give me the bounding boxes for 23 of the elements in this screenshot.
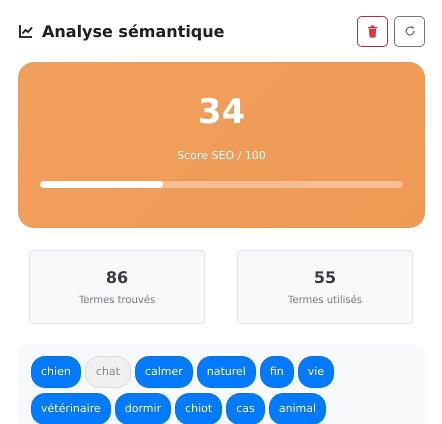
score-value: 34	[198, 92, 246, 132]
term-tag: fin	[260, 356, 294, 388]
stat-label: Termes trouvés	[78, 295, 156, 306]
trash-icon	[367, 24, 378, 38]
refresh-button[interactable]	[394, 16, 425, 46]
term-tag: chiot	[175, 393, 222, 424]
delete-button[interactable]	[357, 16, 388, 46]
panel-title: Analyse sémantique	[42, 22, 224, 40]
term-tag: cas	[226, 393, 265, 424]
term-tag: dormir	[114, 393, 172, 424]
stat-label: Termes utilisés	[288, 295, 362, 306]
score-label: Score SEO / 100	[177, 149, 266, 162]
term-tag: chien	[31, 356, 81, 388]
term-tag: calmer	[134, 356, 193, 388]
term-tag: chat	[84, 356, 131, 388]
line-chart-icon	[18, 23, 34, 39]
term-tag: vie	[298, 356, 334, 388]
term-tag: vétérinaire	[31, 393, 111, 424]
stat-value: 86	[106, 268, 128, 287]
refresh-icon	[404, 25, 416, 37]
stat-value: 55	[314, 268, 336, 287]
term-tag: animal	[268, 393, 326, 424]
term-tag: naturel	[196, 356, 256, 388]
